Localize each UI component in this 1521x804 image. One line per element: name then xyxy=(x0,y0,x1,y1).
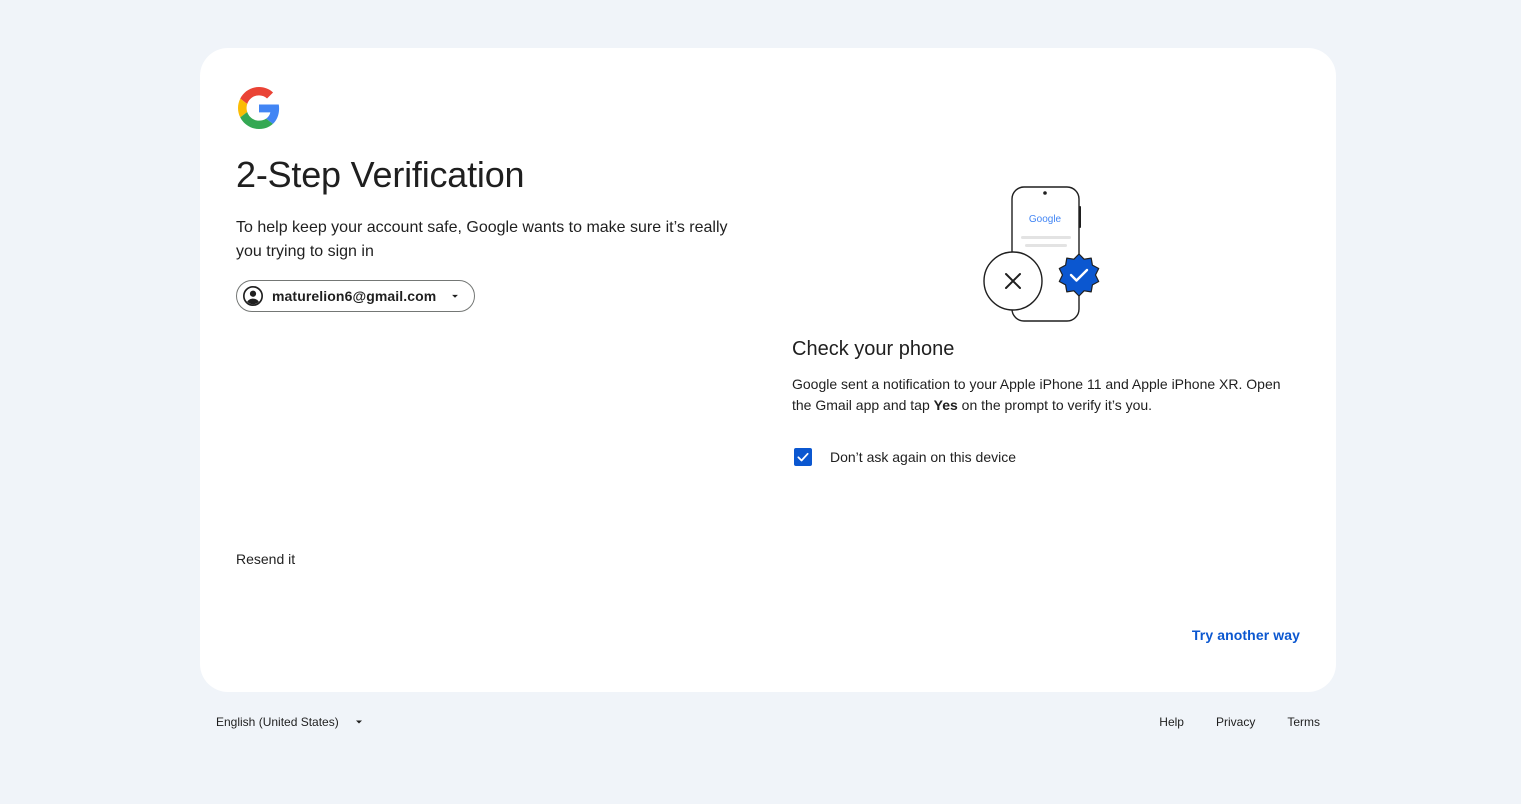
language-selector[interactable]: English (United States) xyxy=(216,715,365,729)
account-circle-icon xyxy=(243,286,263,306)
footer: English (United States) Help Privacy Ter… xyxy=(200,708,1336,738)
google-logo xyxy=(238,87,280,129)
help-link[interactable]: Help xyxy=(1159,715,1184,729)
check-phone-description: Google sent a notification to your Apple… xyxy=(792,374,1302,416)
dropdown-arrow-icon xyxy=(452,294,459,298)
dont-ask-again-checkbox[interactable] xyxy=(794,448,812,466)
check-phone-body-end: on the prompt to verify it’s you. xyxy=(957,397,1153,413)
dropdown-arrow-icon xyxy=(355,720,362,724)
phone-verification-illustration: Google xyxy=(983,186,1100,322)
check-phone-body-bold: Yes xyxy=(933,397,958,413)
language-label: English (United States) xyxy=(216,715,339,729)
resend-link[interactable]: Resend it xyxy=(236,551,295,567)
page-subtitle: To help keep your account safe, Google w… xyxy=(236,219,728,260)
phone-brand-text: Google xyxy=(1029,214,1062,225)
account-chooser-chip[interactable]: maturelion6@gmail.com xyxy=(236,280,476,312)
dont-ask-again-row[interactable]: Don’t ask again on this device xyxy=(794,448,1016,466)
signin-card: 2-Step Verification To help keep your ac… xyxy=(200,48,1336,692)
footer-links: Help Privacy Terms xyxy=(1159,715,1320,729)
page-title: 2-Step Verification xyxy=(236,154,525,195)
check-phone-title: Check your phone xyxy=(792,338,955,360)
privacy-link[interactable]: Privacy xyxy=(1216,715,1255,729)
check-icon xyxy=(797,452,809,462)
terms-link[interactable]: Terms xyxy=(1287,715,1320,729)
account-email: maturelion6@gmail.com xyxy=(272,288,437,304)
try-another-way-button[interactable]: Try another way xyxy=(1192,627,1300,643)
dont-ask-again-label: Don’t ask again on this device xyxy=(830,449,1016,465)
